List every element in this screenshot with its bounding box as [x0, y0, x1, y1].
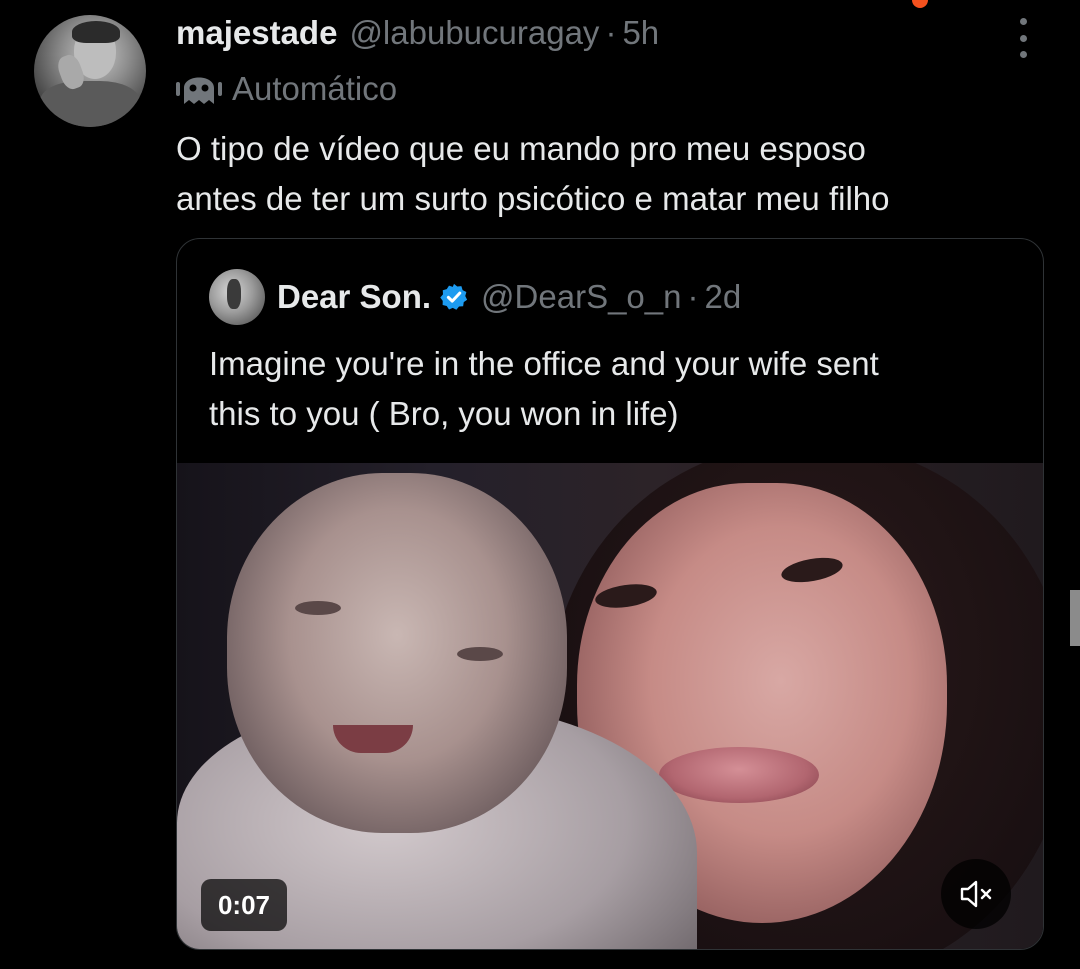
author-display-name[interactable]: majestade [176, 14, 337, 52]
quoted-tweet-card[interactable]: Dear Son. @DearS_o_n · 2d Imagine you're… [176, 238, 1044, 950]
automated-text: Automático [232, 70, 398, 107]
tweet-text-line: O tipo de vídeo que eu mando pro meu esp… [176, 130, 866, 167]
automated-account-label: Automático [176, 68, 397, 110]
quoted-tweet-header: Dear Son. @DearS_o_n · 2d [209, 269, 741, 325]
quoted-header-separator: · [687, 278, 699, 315]
quoted-author-handle: @DearS_o_n [481, 278, 682, 315]
author-handle[interactable]: @labubucuragay [349, 14, 599, 52]
avatar-arm [40, 81, 140, 127]
bot-icon [176, 77, 222, 104]
tweet-timestamp[interactable]: 5h [622, 14, 659, 52]
video-frame-woman-lips [659, 747, 819, 803]
video-frame-baby-face [227, 473, 567, 833]
header-separator: · [605, 14, 617, 51]
quoted-text-line: this to you ( Bro, you won in life) [209, 395, 679, 432]
video-player[interactable]: 0:07 [177, 463, 1043, 949]
quoted-text-line: Imagine you're in the office and your wi… [209, 345, 879, 382]
quoted-tweet-text: Imagine you're in the office and your wi… [209, 339, 1019, 439]
tweet-header: majestade @labubucuragay · 5h [176, 14, 659, 54]
quoted-author-avatar [209, 269, 265, 325]
tweet-text-line: antes de ter um surto psicótico e matar … [176, 180, 890, 217]
quoted-tweet-timestamp: 2d [704, 278, 742, 315]
video-frame-baby-eye [457, 647, 503, 661]
quoted-author-display-name: Dear Son. [277, 278, 432, 315]
avatar-hair [72, 21, 120, 43]
more-vertical-icon[interactable] [1014, 18, 1032, 58]
mute-toggle-button[interactable] [941, 859, 1011, 929]
tweet-text: O tipo de vídeo que eu mando pro meu esp… [176, 124, 1036, 224]
video-frame-baby-eye [295, 601, 341, 615]
volume-muted-icon [960, 880, 992, 908]
scrollbar-thumb[interactable] [1070, 590, 1080, 646]
author-avatar[interactable] [34, 15, 146, 127]
notification-dot [912, 0, 928, 8]
verified-badge-icon [440, 283, 468, 310]
video-duration-badge: 0:07 [201, 879, 287, 931]
